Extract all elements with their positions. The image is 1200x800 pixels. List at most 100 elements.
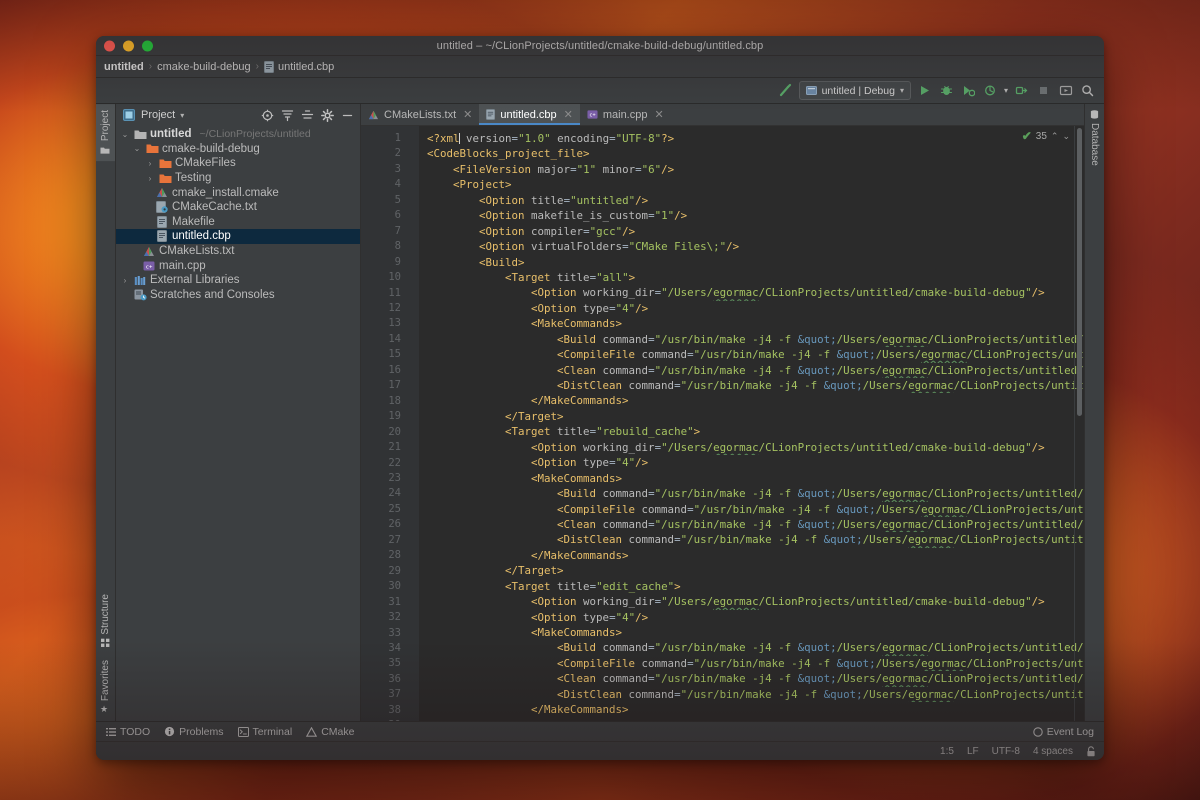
code-line[interactable]: <Option title="untitled"/>: [427, 193, 1084, 208]
code-line[interactable]: </Target>: [427, 409, 1084, 424]
close-tab-icon[interactable]: ✕: [654, 108, 663, 121]
code-line[interactable]: <Option virtualFolders="CMake Files\;"/>: [427, 239, 1084, 254]
code-line[interactable]: <CompileFile command="/usr/bin/make -j4 …: [427, 502, 1084, 517]
indent-setting[interactable]: 4 spaces: [1033, 746, 1073, 757]
read-only-lock-icon[interactable]: [1086, 746, 1096, 757]
update-icon[interactable]: [1057, 82, 1074, 99]
code-line[interactable]: <Project>: [427, 177, 1084, 192]
chevron-right-icon[interactable]: ›: [145, 159, 155, 168]
code-line[interactable]: </MakeCommands>: [427, 393, 1084, 408]
tree-row-cmake-install[interactable]: cmake_install.cmake: [116, 185, 360, 200]
chevron-down-icon[interactable]: ⌄: [120, 130, 130, 139]
tree-row-main-cpp[interactable]: c+ main.cpp: [116, 258, 360, 273]
breadcrumb-item-file[interactable]: untitled.cbp: [264, 61, 334, 73]
profile-icon[interactable]: [982, 82, 999, 99]
chevron-right-icon[interactable]: ›: [145, 174, 155, 183]
code-line[interactable]: <Option working_dir="/Users/egormac/CLio…: [427, 594, 1084, 609]
code-line[interactable]: </MakeCommands>: [427, 548, 1084, 563]
code-editor[interactable]: 1234567891011121314151617181920212223242…: [361, 126, 1084, 721]
tool-window-cmake[interactable]: CMake: [306, 726, 354, 738]
tree-row-cmakefiles[interactable]: › CMakeFiles: [116, 156, 360, 171]
code-line[interactable]: <Option makefile_is_custom="1"/>: [427, 208, 1084, 223]
run-icon[interactable]: [916, 82, 933, 99]
expand-all-icon[interactable]: [300, 108, 315, 123]
tree-row-cmake-build-debug[interactable]: ⌄ cmake-build-debug: [116, 142, 360, 157]
editor-scrollbar[interactable]: [1076, 128, 1083, 719]
code-line[interactable]: <DistClean command="/usr/bin/make -j4 -f…: [427, 378, 1084, 393]
code-line[interactable]: <Build>: [427, 255, 1084, 270]
line-separator[interactable]: LF: [967, 746, 979, 757]
caret-position[interactable]: 1:5: [940, 746, 954, 757]
sidebar-item-structure[interactable]: Structure: [96, 588, 115, 654]
hide-panel-icon[interactable]: [340, 108, 355, 123]
tree-row-testing[interactable]: › Testing: [116, 171, 360, 186]
code-line[interactable]: <Clean command="/usr/bin/make -j4 -f &qu…: [427, 671, 1084, 686]
file-encoding[interactable]: UTF-8: [992, 746, 1020, 757]
tree-row-external-libraries[interactable]: › External Libraries: [116, 273, 360, 288]
code-line[interactable]: <FileVersion major="1" minor="6"/>: [427, 162, 1084, 177]
select-opened-file-icon[interactable]: [260, 108, 275, 123]
project-panel-chevron-down-icon[interactable]: ▾: [180, 111, 184, 120]
code-line[interactable]: <Option type="4"/>: [427, 610, 1084, 625]
code-line[interactable]: <Clean command="/usr/bin/make -j4 -f &qu…: [427, 517, 1084, 532]
code-line[interactable]: <CompileFile command="/usr/bin/make -j4 …: [427, 347, 1084, 362]
code-line[interactable]: <Option compiler="gcc"/>: [427, 224, 1084, 239]
sidebar-item-favorites[interactable]: ★ Favorites: [96, 654, 115, 721]
event-log-button[interactable]: Event Log: [1033, 726, 1094, 738]
code-line[interactable]: <Build command="/usr/bin/make -j4 -f &qu…: [427, 486, 1084, 501]
tree-row-untitled[interactable]: ⌄ untitled ~/CLionProjects/untitled: [116, 127, 360, 142]
attach-process-icon[interactable]: [1013, 82, 1030, 99]
code-line[interactable]: <DistClean command="/usr/bin/make -j4 -f…: [427, 687, 1084, 702]
tree-row-scratches[interactable]: Scratches and Consoles: [116, 288, 360, 303]
scrollbar-thumb[interactable]: [1077, 128, 1082, 416]
breadcrumb-item-folder[interactable]: cmake-build-debug: [157, 61, 251, 73]
code-line[interactable]: <Option type="4"/>: [427, 301, 1084, 316]
code-line[interactable]: <Target title="all">: [427, 270, 1084, 285]
code-line[interactable]: <Target title="edit_cache">: [427, 579, 1084, 594]
tree-row-cmakecache[interactable]: CMakeCache.txt: [116, 200, 360, 215]
breadcrumb-item-project[interactable]: untitled: [104, 61, 144, 73]
code-line[interactable]: <DistClean command="/usr/bin/make -j4 -f…: [427, 532, 1084, 547]
collapse-all-icon[interactable]: [280, 108, 295, 123]
close-tab-icon[interactable]: ✕: [463, 108, 472, 121]
code-line[interactable]: <Build command="/usr/bin/make -j4 -f &qu…: [427, 332, 1084, 347]
settings-gear-icon[interactable]: [320, 108, 335, 123]
code-line[interactable]: <MakeCommands>: [427, 316, 1084, 331]
folding-marker-column[interactable]: [407, 126, 419, 721]
tab-untitled-cbp[interactable]: untitled.cbp ✕: [479, 104, 579, 125]
code-line[interactable]: <Option type="4"/>: [427, 455, 1084, 470]
debug-icon[interactable]: [938, 82, 955, 99]
tree-row-cmakelists[interactable]: CMakeLists.txt: [116, 244, 360, 259]
project-tree[interactable]: ⌄ untitled ~/CLionProjects/untitled ⌄ cm…: [116, 126, 360, 721]
code-line[interactable]: </Target>: [427, 563, 1084, 578]
profile-chevron-down-icon[interactable]: ▾: [1004, 86, 1008, 95]
sidebar-item-database[interactable]: Database: [1085, 104, 1104, 172]
tool-window-terminal[interactable]: Terminal: [238, 726, 293, 738]
tab-cmakelists-txt[interactable]: CMakeLists.txt ✕: [361, 104, 479, 125]
sidebar-item-project[interactable]: Project: [96, 104, 115, 161]
code-line[interactable]: <Build command="/usr/bin/make -j4 -f &qu…: [427, 640, 1084, 655]
hammer-icon[interactable]: [777, 82, 794, 99]
code-line[interactable]: <CompileFile command="/usr/bin/make -j4 …: [427, 656, 1084, 671]
code-line[interactable]: <CodeBlocks_project_file>: [427, 146, 1084, 161]
search-everywhere-icon[interactable]: [1079, 82, 1096, 99]
tab-main-cpp[interactable]: c+ main.cpp ✕: [580, 104, 671, 125]
tool-window-todo[interactable]: TODO: [106, 726, 150, 738]
close-tab-icon[interactable]: ✕: [564, 108, 573, 121]
tree-row-untitled-cbp[interactable]: untitled.cbp: [116, 229, 360, 244]
code-line[interactable]: </Target>: [427, 718, 1084, 721]
code-line[interactable]: </MakeCommands>: [427, 702, 1084, 717]
next-problem-icon[interactable]: ⌄: [1062, 131, 1070, 142]
tool-window-problems[interactable]: Problems: [164, 726, 223, 738]
run-configuration-selector[interactable]: untitled | Debug ▾: [799, 81, 911, 100]
code-line[interactable]: <?xml version="1.0" encoding="UTF-8"?>: [427, 131, 1084, 146]
code-line[interactable]: <Target title="rebuild_cache">: [427, 424, 1084, 439]
inspection-widget[interactable]: ✔ 35 ⌃ ⌄: [1022, 129, 1070, 143]
code-line[interactable]: <MakeCommands>: [427, 625, 1084, 640]
code-line[interactable]: <MakeCommands>: [427, 471, 1084, 486]
chevron-right-icon[interactable]: ›: [120, 276, 130, 285]
code-line[interactable]: <Option working_dir="/Users/egormac/CLio…: [427, 440, 1084, 455]
code-content[interactable]: <?xml version="1.0" encoding="UTF-8"?><C…: [419, 126, 1084, 721]
code-line[interactable]: <Option working_dir="/Users/egormac/CLio…: [427, 285, 1084, 300]
tree-row-makefile[interactable]: Makefile: [116, 215, 360, 230]
